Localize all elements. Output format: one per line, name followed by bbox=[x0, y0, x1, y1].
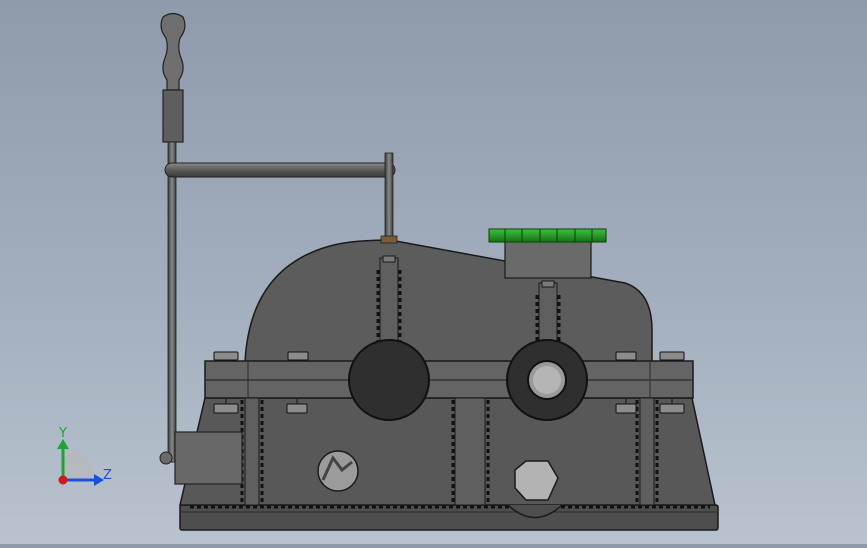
oil-sight-glass[interactable] bbox=[317, 450, 359, 492]
base-plate[interactable] bbox=[179, 504, 719, 531]
triad-y-label: Y bbox=[58, 426, 67, 441]
lower-housing[interactable] bbox=[179, 397, 716, 506]
breather-cap[interactable] bbox=[488, 228, 607, 243]
vent-stack bbox=[504, 239, 592, 279]
model-canvas[interactable]: Y Z bbox=[0, 0, 867, 544]
coordinate-triad: Y Z bbox=[57, 426, 112, 486]
cad-viewport[interactable]: Y Z bbox=[0, 0, 867, 544]
triad-z-label: Z bbox=[103, 468, 112, 483]
input-shaft-bearing[interactable] bbox=[348, 339, 430, 421]
